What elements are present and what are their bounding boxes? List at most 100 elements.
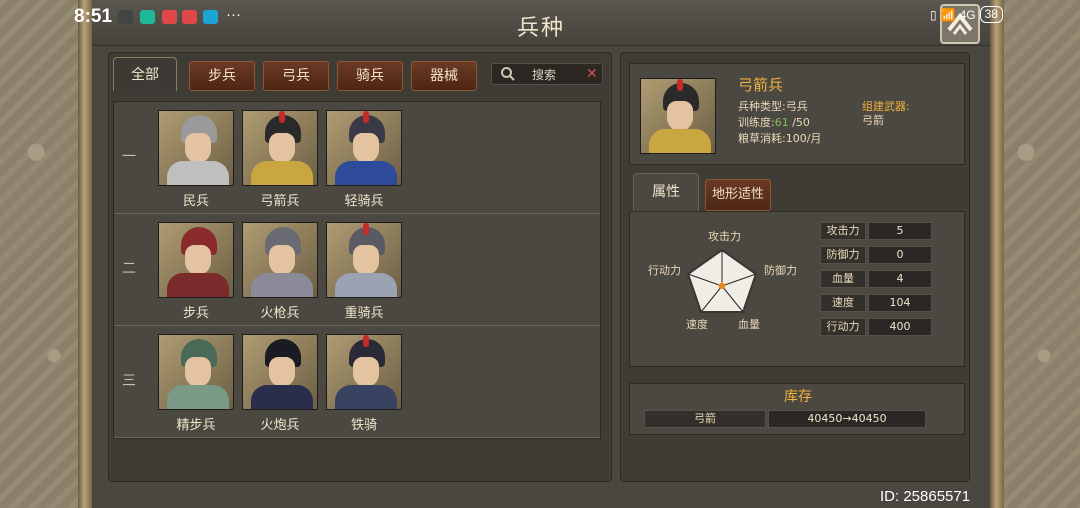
stat-row-attack: 攻击力 5 xyxy=(820,222,932,240)
tab-archer[interactable]: 弓兵 xyxy=(263,61,329,91)
unit-portrait xyxy=(326,222,402,298)
unit-list-section: 全部 步兵 弓兵 骑兵 器械 搜索 ✕ 一 民兵 弓箭兵 轻骑兵 二 步兵 火枪… xyxy=(108,52,612,482)
stat-row-speed: 速度 104 xyxy=(820,294,932,312)
notification-app-icon xyxy=(182,10,197,24)
food-consumption-line: 粮草消耗:100/月 xyxy=(738,132,822,145)
stat-name: 血量 xyxy=(820,270,866,288)
selected-unit-portrait xyxy=(640,78,716,154)
unit-card-heavy-cavalry[interactable]: 重骑兵 xyxy=(326,222,402,322)
tier-row-3: 三 精步兵 火炮兵 铁骑 xyxy=(114,326,600,438)
troop-panel: 兵种 全部 步兵 弓兵 骑兵 器械 搜索 ✕ 一 民兵 弓箭兵 轻骑兵 二 步兵… xyxy=(92,0,990,508)
unit-grid: 一 民兵 弓箭兵 轻骑兵 二 步兵 火枪兵 重骑兵 三 精步兵 火炮兵 铁骑 xyxy=(113,101,601,439)
unit-card-infantry[interactable]: 步兵 xyxy=(158,222,234,322)
stat-value: 0 xyxy=(868,246,932,264)
training-max: /50 xyxy=(788,116,810,129)
stat-row-mobility: 行动力 400 xyxy=(820,318,932,336)
storage-item-amount: 40450→40450 xyxy=(768,410,926,428)
unit-portrait xyxy=(158,110,234,186)
more-notifications-icon: ··· xyxy=(226,6,241,23)
radar-label-mobility: 行动力 xyxy=(648,264,681,277)
notification-app-icon xyxy=(203,10,218,24)
network-label: 4G xyxy=(959,7,976,22)
radar-label-attack: 攻击力 xyxy=(708,230,741,243)
tier-label: 一 xyxy=(122,149,136,165)
wifi-icon: 📶 xyxy=(940,7,956,22)
unit-name: 弓箭兵 xyxy=(260,194,300,209)
training-line: 训练度:61 /50 xyxy=(738,114,810,130)
stat-row-defense: 防御力 0 xyxy=(820,246,932,264)
unit-card-archer[interactable]: 弓箭兵 xyxy=(242,110,318,210)
weapon-value: 弓箭 xyxy=(862,114,884,127)
system-indicators: ▯ 📶 4G 38 xyxy=(930,6,1003,23)
stat-value: 5 xyxy=(868,222,932,240)
tab-cavalry[interactable]: 骑兵 xyxy=(337,61,403,91)
unit-name: 铁骑 xyxy=(350,418,377,433)
search-label: 搜索 xyxy=(532,68,557,82)
unit-name: 步兵 xyxy=(182,306,209,321)
status-bar: 8:51 ··· ▯ 📶 4G 38 xyxy=(0,0,1080,34)
frame-post-right xyxy=(990,0,1004,508)
tab-all[interactable]: 全部 xyxy=(113,57,177,91)
unit-card-musketeer[interactable]: 火枪兵 xyxy=(242,222,318,322)
stat-value: 4 xyxy=(868,270,932,288)
unit-info-card: 弓箭兵 兵种类型:弓兵 训练度:61 /50 粮草消耗:100/月 组建武器: … xyxy=(629,63,965,165)
unit-portrait xyxy=(326,334,402,410)
notification-app-icon xyxy=(118,10,133,24)
battery-icon: 38 xyxy=(979,6,1003,23)
unit-name: 重骑兵 xyxy=(344,306,384,321)
unit-portrait xyxy=(242,334,318,410)
selected-unit-name: 弓箭兵 xyxy=(738,76,784,94)
unit-portrait xyxy=(158,222,234,298)
clear-search-icon[interactable]: ✕ xyxy=(586,66,598,82)
unit-portrait xyxy=(242,110,318,186)
unit-name: 火炮兵 xyxy=(260,418,300,433)
stat-value: 104 xyxy=(868,294,932,312)
storage-title: 库存 xyxy=(784,389,812,405)
notification-shield-icon xyxy=(140,10,155,24)
unit-portrait xyxy=(326,110,402,186)
tier-label: 二 xyxy=(122,261,136,277)
vibrate-icon: ▯ xyxy=(930,7,937,22)
unit-name: 精步兵 xyxy=(176,418,216,433)
tab-infantry[interactable]: 步兵 xyxy=(189,61,255,91)
status-time: 8:51 xyxy=(74,6,113,27)
unit-portrait xyxy=(158,334,234,410)
tier-row-2: 二 步兵 火枪兵 重骑兵 xyxy=(114,214,600,326)
player-id: ID: 25865571 xyxy=(880,488,971,505)
unit-card-militia[interactable]: 民兵 xyxy=(158,110,234,210)
unit-detail-section: 弓箭兵 兵种类型:弓兵 训练度:61 /50 粮草消耗:100/月 组建武器: … xyxy=(620,52,970,482)
storage-panel: 库存 弓箭 40450→40450 xyxy=(629,383,965,435)
frame-post-left xyxy=(78,0,92,508)
search-icon xyxy=(501,67,515,81)
unit-card-artillery[interactable]: 火炮兵 xyxy=(242,334,318,434)
radar-label-hp: 血量 xyxy=(738,318,760,331)
search-box[interactable]: 搜索 ✕ xyxy=(491,63,603,85)
tier-row-1: 一 民兵 弓箭兵 轻骑兵 xyxy=(114,102,600,214)
tab-attributes[interactable]: 属性 xyxy=(633,173,699,211)
radar-label-defense: 防御力 xyxy=(764,264,797,277)
unit-name: 轻骑兵 xyxy=(344,194,384,209)
stat-name: 行动力 xyxy=(820,318,866,336)
tier-label: 三 xyxy=(122,373,136,389)
unit-card-iron-cavalry[interactable]: 铁骑 xyxy=(326,334,402,434)
tab-terrain[interactable]: 地形适性 xyxy=(705,179,771,211)
radar-label-speed: 速度 xyxy=(686,318,708,331)
unit-card-light-cavalry[interactable]: 轻骑兵 xyxy=(326,110,402,210)
unit-portrait xyxy=(242,222,318,298)
storage-item-name: 弓箭 xyxy=(644,410,766,428)
unit-name: 民兵 xyxy=(182,194,209,209)
unit-type-line: 兵种类型:弓兵 xyxy=(738,100,808,113)
stats-panel: 攻击力 防御力 血量 速度 行动力 攻击力 5 防御力 0 血量 4 速度 10… xyxy=(629,211,965,367)
unit-card-elite-infantry[interactable]: 精步兵 xyxy=(158,334,234,434)
notification-app-icon xyxy=(162,10,177,24)
stat-name: 攻击力 xyxy=(820,222,866,240)
stat-name: 速度 xyxy=(820,294,866,312)
stat-row-hp: 血量 4 xyxy=(820,270,932,288)
unit-name: 火枪兵 xyxy=(260,306,300,321)
left-decor-background xyxy=(0,0,90,508)
training-value: 61 xyxy=(774,116,789,129)
stat-value: 400 xyxy=(868,318,932,336)
training-label: 训练度: xyxy=(738,116,775,129)
tab-siege[interactable]: 器械 xyxy=(411,61,477,91)
stat-name: 防御力 xyxy=(820,246,866,264)
